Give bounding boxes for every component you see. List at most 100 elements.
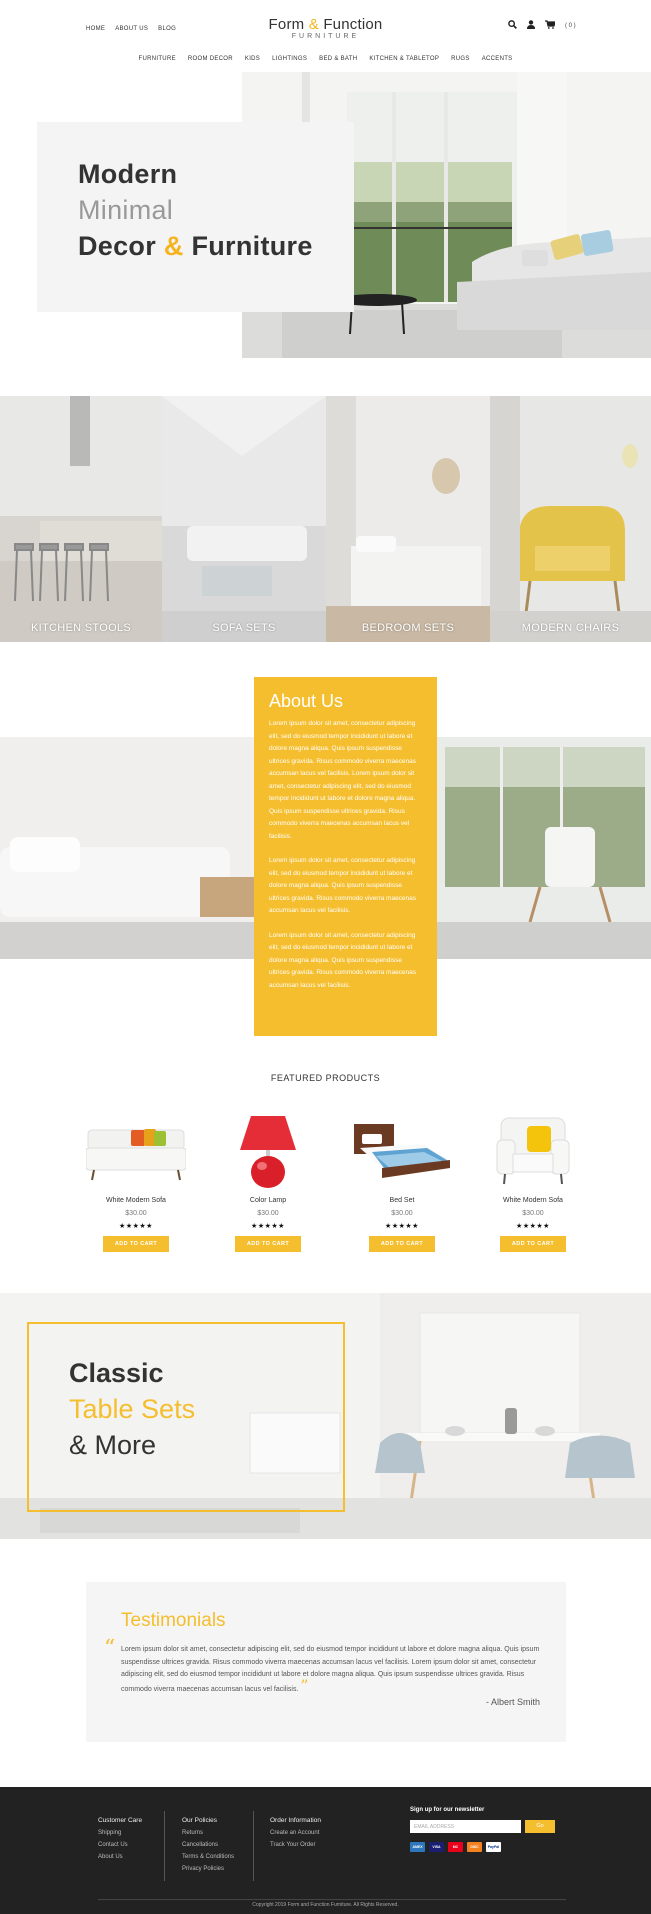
footer-link-track-order[interactable]: Track Your Order xyxy=(270,1842,321,1848)
footer-link-contact[interactable]: Contact Us xyxy=(98,1842,142,1848)
header-icons: ( 0 ) xyxy=(508,20,576,31)
product-image-armchair[interactable] xyxy=(483,1110,583,1190)
catnav-furniture[interactable]: FURNITURE xyxy=(139,56,176,62)
classic-title: Classic Table Sets & More xyxy=(69,1355,195,1463)
logo-word-function: Function xyxy=(323,16,383,33)
footer-link-cancellations[interactable]: Cancellations xyxy=(182,1842,234,1848)
user-icon[interactable] xyxy=(527,20,535,31)
category-label-sofa-sets: SOFA SETS xyxy=(212,622,276,634)
catnav-accents[interactable]: ACCENTS xyxy=(482,56,513,62)
hero-ampersand: & xyxy=(163,231,184,261)
product-rating-stars: ★★★★★ xyxy=(251,1223,285,1230)
category-nav: FURNITURE ROOM DECOR KIDS LIGHTINGS BED … xyxy=(0,56,651,62)
hero-word-decor: Decor xyxy=(78,231,157,261)
hero-word-furniture: Furniture xyxy=(191,231,313,261)
product-price: $30.00 xyxy=(125,1210,147,1217)
product-name[interactable]: White Modern Sofa xyxy=(86,1197,186,1204)
product-name[interactable]: White Modern Sofa xyxy=(483,1197,583,1204)
category-tile-bedroom-sets[interactable]: BEDROOM SETS xyxy=(326,396,490,642)
hero-line-modern: Modern xyxy=(78,159,178,189)
footer-link-terms[interactable]: Terms & Conditions xyxy=(182,1854,234,1860)
about-paragraph-2: Lorem ipsum dolor sit amet, consectetur … xyxy=(269,857,417,914)
cart-icon[interactable] xyxy=(545,20,556,31)
testimonial-author: - Albert Smith xyxy=(485,1697,540,1707)
logo-word-form: Form xyxy=(268,16,305,33)
testimonial-body: Lorem ipsum dolor sit amet, consectetur … xyxy=(121,1646,540,1693)
mastercard-icon: MC xyxy=(448,1842,463,1852)
footer-divider xyxy=(253,1811,254,1881)
category-label-bedroom-sets: BEDROOM SETS xyxy=(361,622,455,634)
payment-cards: AMEX VISA MC DISC PayPal xyxy=(410,1842,501,1852)
footer-link-about[interactable]: About Us xyxy=(98,1854,142,1860)
about-paragraph-3: Lorem ipsum dolor sit amet, consectetur … xyxy=(269,931,417,989)
catnav-bed-bath[interactable]: BED & BATH xyxy=(319,56,357,62)
add-to-cart-button[interactable]: ADD TO CART xyxy=(234,1236,302,1252)
close-quote-icon: ” xyxy=(300,1675,309,1695)
site-footer: Customer Care Shipping Contact Us About … xyxy=(0,1787,651,1914)
newsletter-title: Sign up for our newsletter xyxy=(410,1807,485,1813)
newsletter: Sign up for our newsletter EMAIL ADDRESS… xyxy=(410,1807,555,1833)
paypal-icon: PayPal xyxy=(486,1842,501,1852)
category-tile-sofa-sets[interactable]: SOFA SETS xyxy=(162,396,326,642)
discover-card-icon: DISC xyxy=(467,1842,482,1852)
add-to-cart-button[interactable]: ADD TO CART xyxy=(102,1236,170,1252)
product-price: $30.00 xyxy=(391,1210,413,1217)
footer-customer-care: Customer Care Shipping Contact Us About … xyxy=(98,1817,142,1866)
product-name[interactable]: Bed Set xyxy=(352,1197,452,1204)
footer-order-info: Order Information Create an Account Trac… xyxy=(270,1817,321,1854)
testimonials-section: Testimonials “ Lorem ipsum dolor sit ame… xyxy=(86,1582,566,1742)
newsletter-email-input[interactable]: EMAIL ADDRESS xyxy=(410,1820,521,1833)
logo-ampersand: & xyxy=(308,16,319,33)
product-card: White Modern Sofa $30.00 ★★★★★ ADD TO CA… xyxy=(85,1110,187,1252)
product-image-sofa[interactable] xyxy=(85,1110,187,1190)
copyright-text: Copyright 2019 Form and Function Furnitu… xyxy=(252,1902,399,1908)
catnav-kids[interactable]: KIDS xyxy=(245,56,260,62)
footer-link-returns[interactable]: Returns xyxy=(182,1830,234,1836)
product-card: White Modern Sofa $30.00 ★★★★★ ADD TO CA… xyxy=(483,1110,583,1252)
add-to-cart-button[interactable]: ADD TO CART xyxy=(368,1236,436,1252)
product-price: $30.00 xyxy=(257,1210,279,1217)
footer-policies: Our Policies Returns Cancellations Terms… xyxy=(182,1817,234,1878)
about-paragraph-1: Lorem ipsum dolor sit amet, consectetur … xyxy=(269,720,417,840)
hero-title: Modern Minimal Decor & Furniture xyxy=(78,156,313,264)
category-tile-modern-chairs[interactable]: MODERN CHAIRS xyxy=(490,396,651,642)
footer-rule xyxy=(98,1899,566,1900)
amex-card-icon: AMEX xyxy=(410,1842,425,1852)
testimonials-title: Testimonials xyxy=(121,1610,226,1631)
product-card: Color Lamp $30.00 ★★★★★ ADD TO CART xyxy=(218,1110,318,1252)
search-icon[interactable] xyxy=(508,20,517,31)
testimonial-text: Lorem ipsum dolor sit amet, consectetur … xyxy=(121,1644,549,1696)
add-to-cart-button[interactable]: ADD TO CART xyxy=(499,1236,567,1252)
catnav-rugs[interactable]: RUGS xyxy=(451,56,470,62)
cart-count[interactable]: ( 0 ) xyxy=(565,23,576,29)
product-image-bed[interactable] xyxy=(352,1110,452,1190)
hero-line-minimal: Minimal xyxy=(78,195,174,225)
category-tile-kitchen-stools[interactable]: KITCHEN STOOLS xyxy=(0,396,162,642)
product-rating-stars: ★★★★★ xyxy=(516,1223,550,1230)
newsletter-go-button[interactable]: Go xyxy=(525,1820,555,1833)
visa-card-icon: VISA xyxy=(429,1842,444,1852)
product-name[interactable]: Color Lamp xyxy=(218,1197,318,1204)
catnav-kitchen-tabletop[interactable]: KITCHEN & TABLETOP xyxy=(369,56,439,62)
footer-divider xyxy=(164,1811,165,1881)
catnav-lightings[interactable]: LIGHTINGS xyxy=(272,56,307,62)
classic-line-3: & More xyxy=(69,1430,157,1460)
classic-line-2: Table Sets xyxy=(69,1394,196,1424)
footer-link-create-account[interactable]: Create an Account xyxy=(270,1830,321,1836)
about-title: About Us xyxy=(269,691,344,711)
catnav-room-decor[interactable]: ROOM DECOR xyxy=(188,56,233,62)
footer-link-shipping[interactable]: Shipping xyxy=(98,1830,142,1836)
product-image-lamp[interactable] xyxy=(218,1110,318,1190)
logo-subtitle: FURNITURE xyxy=(291,33,360,40)
product-rating-stars: ★★★★★ xyxy=(119,1223,153,1230)
footer-heading: Order Information xyxy=(270,1817,321,1824)
product-price: $30.00 xyxy=(522,1210,544,1217)
open-quote-icon: “ xyxy=(104,1636,116,1661)
footer-heading: Customer Care xyxy=(98,1817,143,1824)
about-us-box: About Us Lorem ipsum dolor sit amet, con… xyxy=(254,677,437,1036)
featured-products-title: FEATURED PRODUCTS xyxy=(270,1073,381,1083)
footer-heading: Our Policies xyxy=(182,1817,218,1824)
classic-line-1: Classic xyxy=(69,1358,164,1388)
footer-link-privacy[interactable]: Privacy Policies xyxy=(182,1866,234,1872)
category-label-kitchen-stools: KITCHEN STOOLS xyxy=(31,622,131,634)
